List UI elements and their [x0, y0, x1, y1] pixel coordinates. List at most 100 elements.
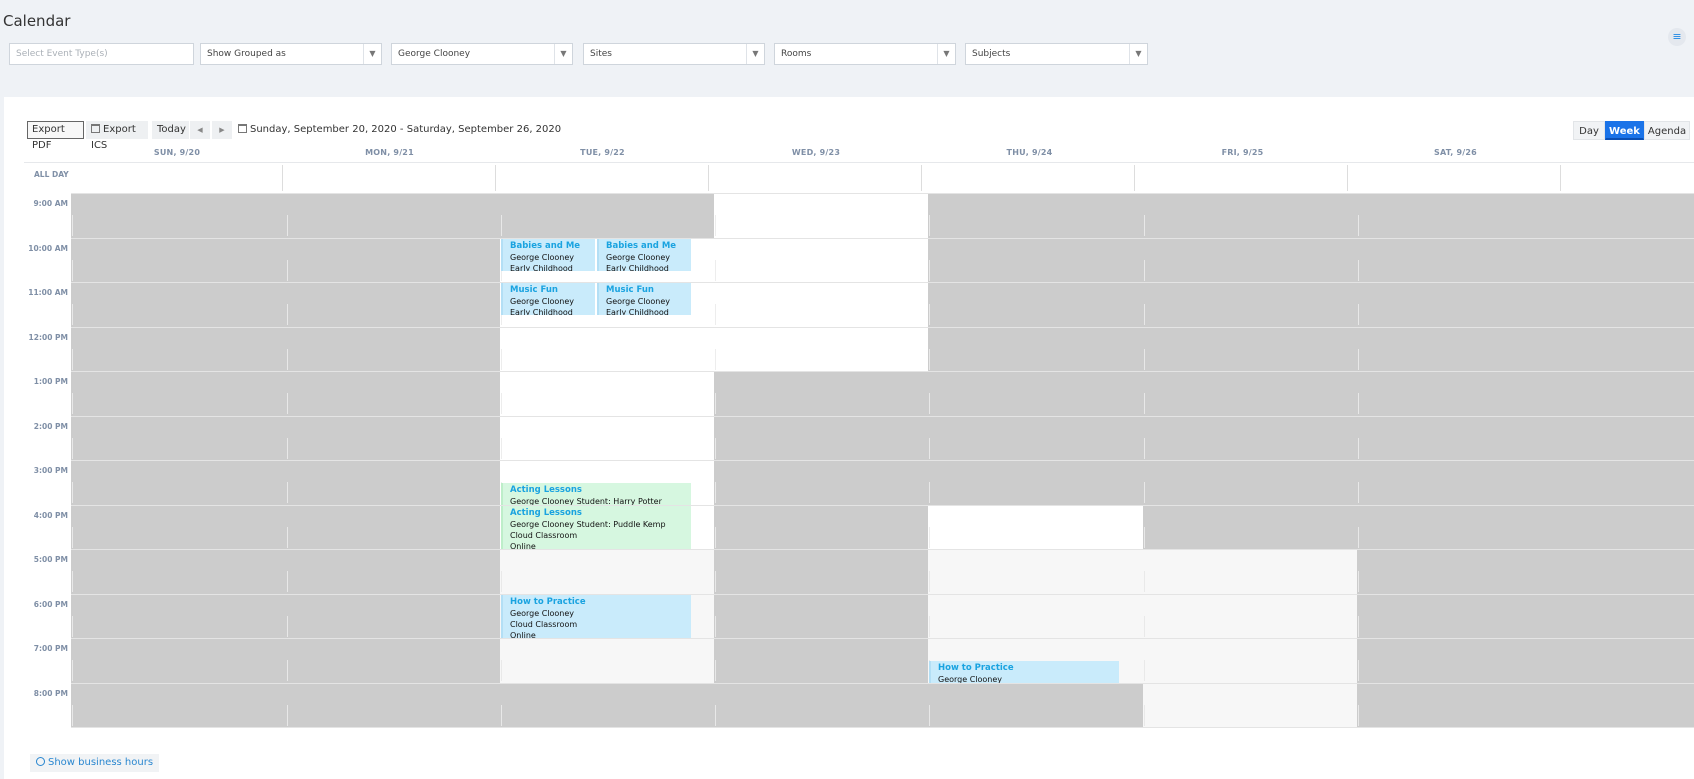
time-slot[interactable]: [1143, 549, 1357, 594]
sites-select[interactable]: Sites ▼: [583, 43, 765, 65]
next-week-button[interactable]: ▶: [212, 121, 232, 139]
time-slot[interactable]: [1357, 460, 1694, 505]
chevron-down-icon[interactable]: ▼: [746, 44, 764, 64]
time-slot[interactable]: [1143, 415, 1357, 460]
all-day-row[interactable]: [24, 163, 1694, 191]
time-slot[interactable]: [714, 193, 928, 238]
time-slot[interactable]: [71, 460, 286, 505]
time-slot[interactable]: [1357, 549, 1694, 594]
calendar-event[interactable]: Babies and Me George Clooney Early Childho…: [501, 238, 595, 271]
time-slot[interactable]: [1357, 326, 1694, 371]
time-slot[interactable]: [928, 504, 1143, 549]
date-range[interactable]: Sunday, September 20, 2020 - Saturday, S…: [238, 121, 561, 139]
day-header-mon[interactable]: MON, 9/21: [283, 148, 496, 157]
time-slot[interactable]: [1143, 371, 1357, 416]
time-slot[interactable]: [1357, 193, 1694, 238]
export-pdf-button[interactable]: Export PDF: [27, 121, 84, 151]
calendar-event[interactable]: Music Fun George Clooney Early Childhood: [597, 283, 691, 316]
time-slot[interactable]: [928, 237, 1143, 282]
time-slot[interactable]: [286, 193, 500, 238]
time-slot[interactable]: [1143, 504, 1357, 549]
calendar-event[interactable]: Babies and Me George Clooney Early Childho…: [597, 238, 691, 271]
time-slot[interactable]: [71, 549, 286, 594]
group-by-select[interactable]: Show Grouped as ▼: [200, 43, 382, 65]
time-slot[interactable]: [286, 593, 500, 638]
calendar-event[interactable]: How to Practice George Clooney: [929, 661, 1119, 683]
time-slot[interactable]: [286, 638, 500, 683]
time-slot[interactable]: [71, 326, 286, 371]
time-slot[interactable]: [1143, 237, 1357, 282]
chevron-down-icon[interactable]: ▼: [937, 44, 955, 64]
time-slot[interactable]: [286, 682, 500, 727]
calendar-event[interactable]: How to Practice George Clooney Cloud Class…: [501, 594, 691, 638]
time-slot[interactable]: [928, 282, 1143, 327]
time-slot[interactable]: [286, 282, 500, 327]
time-slot[interactable]: [71, 504, 286, 549]
time-slot[interactable]: [1143, 193, 1357, 238]
time-slot[interactable]: [714, 593, 928, 638]
time-slot[interactable]: [500, 193, 714, 238]
today-button[interactable]: Today: [152, 121, 189, 139]
subjects-select[interactable]: Subjects ▼: [965, 43, 1148, 65]
time-slot[interactable]: [500, 638, 714, 683]
time-slot[interactable]: [1143, 282, 1357, 327]
time-slot[interactable]: [714, 415, 928, 460]
show-business-hours-button[interactable]: Show business hours: [30, 754, 160, 772]
time-slot[interactable]: [1143, 593, 1357, 638]
time-slot[interactable]: [1357, 638, 1694, 683]
time-slot[interactable]: [1357, 237, 1694, 282]
day-header-fri[interactable]: FRI, 9/25: [1136, 148, 1349, 157]
calendar-event[interactable]: Acting Lessons George Clooney Student: Ha…: [501, 483, 691, 505]
day-header-wed[interactable]: WED, 9/23: [709, 148, 923, 157]
time-slot[interactable]: [928, 593, 1143, 638]
time-slot[interactable]: [71, 593, 286, 638]
time-slot[interactable]: [928, 193, 1143, 238]
time-slot[interactable]: [1143, 326, 1357, 371]
chevron-down-icon[interactable]: ▼: [363, 44, 381, 64]
time-slot[interactable]: [928, 549, 1143, 594]
rooms-select[interactable]: Rooms ▼: [774, 43, 956, 65]
time-slot[interactable]: [928, 371, 1143, 416]
day-header-thu[interactable]: THU, 9/24: [923, 148, 1136, 157]
time-slot[interactable]: [714, 237, 928, 282]
time-slot[interactable]: [286, 415, 500, 460]
time-slot[interactable]: [714, 282, 928, 327]
time-slot[interactable]: [500, 549, 714, 594]
person-select[interactable]: George Clooney ▼: [391, 43, 573, 65]
time-slot[interactable]: [500, 371, 714, 416]
time-slot[interactable]: [714, 682, 928, 727]
time-slot[interactable]: [1357, 504, 1694, 549]
time-slot[interactable]: [1357, 282, 1694, 327]
view-week-button[interactable]: Week: [1605, 121, 1644, 140]
time-slot[interactable]: [71, 371, 286, 416]
time-slot[interactable]: [71, 282, 286, 327]
time-slot[interactable]: [500, 682, 714, 727]
time-slot[interactable]: [714, 371, 928, 416]
time-slot[interactable]: [71, 415, 286, 460]
time-slot[interactable]: [71, 682, 286, 727]
time-slot[interactable]: [286, 504, 500, 549]
filter-icon[interactable]: ≡: [1668, 28, 1686, 46]
time-slot[interactable]: [71, 193, 286, 238]
time-slot[interactable]: [714, 460, 928, 505]
day-header-sun[interactable]: SUN, 9/20: [71, 148, 283, 157]
time-slot[interactable]: [71, 237, 286, 282]
time-slot[interactable]: [714, 326, 928, 371]
calendar-event[interactable]: Music Fun George Clooney Early Childhood: [501, 283, 595, 316]
time-slot[interactable]: [714, 638, 928, 683]
time-slot[interactable]: [1143, 638, 1357, 683]
time-slot[interactable]: [928, 326, 1143, 371]
time-slot[interactable]: [1357, 371, 1694, 416]
time-slot[interactable]: [1143, 682, 1357, 727]
time-slot[interactable]: [1357, 415, 1694, 460]
time-slot[interactable]: [71, 638, 286, 683]
time-slot[interactable]: [1357, 682, 1694, 727]
view-day-button[interactable]: Day: [1573, 121, 1605, 140]
time-slot[interactable]: [928, 682, 1143, 727]
calendar-event[interactable]: Acting Lessons George Clooney Student: Pu…: [501, 505, 691, 549]
chevron-down-icon[interactable]: ▼: [1129, 44, 1147, 64]
time-slot[interactable]: [928, 460, 1143, 505]
time-slot[interactable]: [500, 326, 714, 371]
view-agenda-button[interactable]: Agenda: [1644, 121, 1690, 140]
time-slot[interactable]: [1357, 593, 1694, 638]
